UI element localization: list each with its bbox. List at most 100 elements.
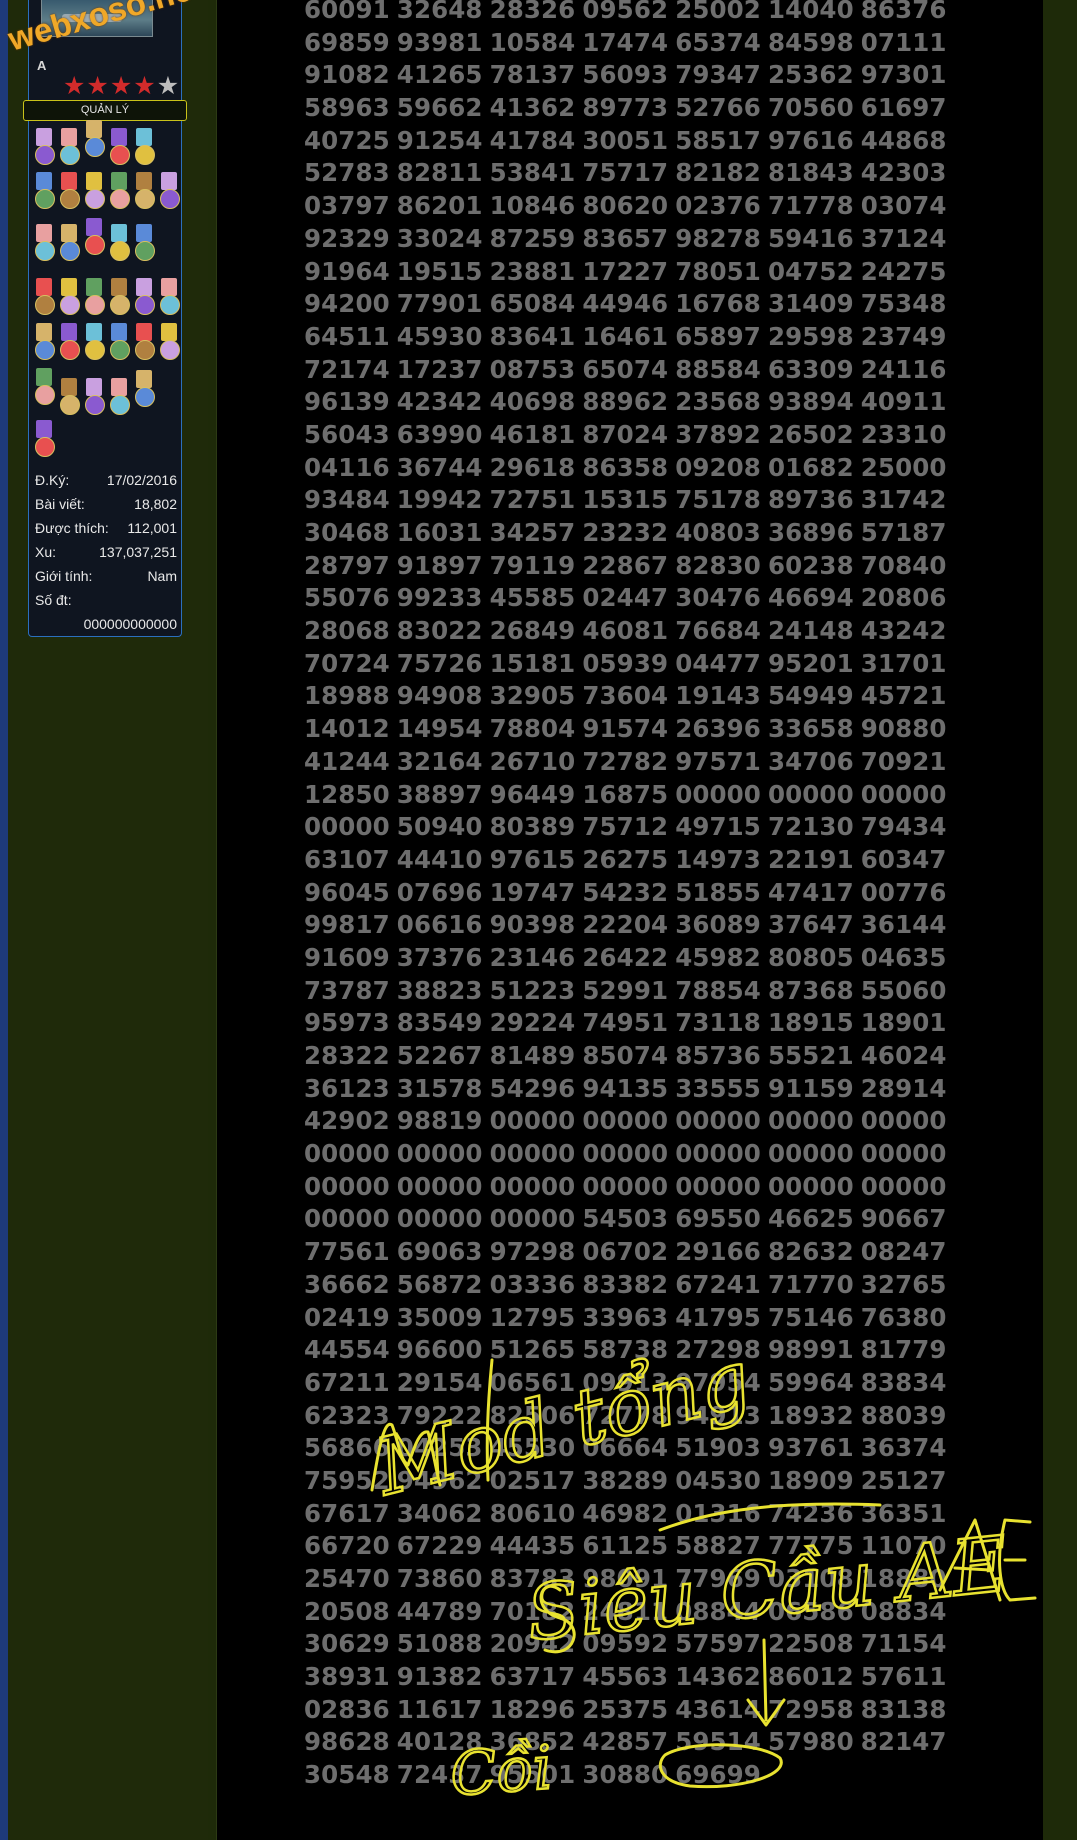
number-row: 30468 16031 34257 23232 40803 36896 57187 [304, 517, 964, 550]
number-cell: 00000 [396, 1171, 483, 1201]
medal-icon[interactable] [84, 218, 105, 256]
medal-icon[interactable] [34, 172, 55, 210]
medal-icon[interactable] [59, 323, 80, 361]
number-cell: 51265 [489, 1335, 576, 1365]
number-cell: 10846 [489, 191, 576, 221]
medal-icon[interactable] [84, 278, 105, 316]
number-cell: 28797 [304, 550, 390, 580]
number-row: 91964 19515 23881 17227 78051 04752 24275 [304, 256, 964, 289]
number-cell: 83022 [396, 616, 483, 646]
number-cell: 22867 [582, 550, 669, 580]
medal-icon[interactable] [134, 128, 155, 166]
number-cell: 02376 [675, 191, 761, 221]
number-row: 62323 79222 82506 72778 94913 18932 88039 [304, 1400, 964, 1433]
medal-icon[interactable] [109, 172, 130, 210]
number-cell: 18901 [860, 1008, 947, 1038]
info-label: Giới tính: [35, 568, 93, 584]
number-cell: 42342 [396, 387, 483, 417]
medal-icon[interactable] [34, 368, 55, 406]
number-cell: 38289 [582, 1465, 669, 1495]
number-cell: 76684 [675, 616, 761, 646]
medal-icon[interactable] [34, 278, 55, 316]
number-cell: 02447 [582, 583, 669, 613]
number-row: 66720 67229 44435 61125 58827 77775 11070 [304, 1530, 964, 1563]
number-cell: 70840 [860, 550, 947, 580]
number-cell: 96045 [304, 877, 390, 907]
number-cell: 25375 [582, 1694, 669, 1724]
number-row: 67617 34062 80610 46982 01316 74236 36351 [304, 1498, 964, 1531]
number-cell: 72782 [582, 746, 669, 776]
number-cell: 93484 [304, 485, 390, 515]
medal-icon[interactable] [159, 323, 180, 361]
medal-icon[interactable] [159, 172, 180, 210]
medal-icon[interactable] [134, 323, 155, 361]
medal-icon[interactable] [134, 370, 155, 408]
medal-icon[interactable] [84, 323, 105, 361]
number-cell: 55076 [304, 583, 390, 613]
medal-icon[interactable] [84, 120, 105, 158]
number-cell: 59514 [675, 1727, 761, 1757]
role-badge: QUẢN LÝ [23, 100, 187, 121]
number-cell: 67229 [396, 1531, 483, 1561]
number-cell: 74236 [767, 1498, 854, 1528]
number-cell: 00000 [489, 1204, 576, 1234]
number-cell: 00000 [767, 1171, 854, 1201]
number-row: 02836 11617 18296 25375 43614 72958 83138 [304, 1694, 964, 1727]
medal-icon[interactable] [59, 224, 80, 262]
medal-icon[interactable] [34, 128, 55, 166]
number-cell: 51855 [675, 877, 761, 907]
number-row: 04116 36744 29618 86358 09208 01682 25000 [304, 452, 964, 485]
number-cell: 18915 [767, 1008, 854, 1038]
number-cell: 08753 [489, 354, 576, 384]
number-cell: 45530 [489, 1433, 576, 1463]
number-cell: 96449 [489, 779, 576, 809]
medal-icon[interactable] [59, 378, 80, 416]
number-cell: 22204 [582, 910, 669, 940]
number-cell: 37647 [767, 910, 854, 940]
medal-icon[interactable] [59, 278, 80, 316]
medal-icon[interactable] [134, 278, 155, 316]
number-cell: 23232 [582, 518, 669, 547]
medal-icon[interactable] [159, 278, 180, 316]
number-cell: 85074 [582, 1041, 669, 1070]
number-cell: 67241 [675, 1269, 761, 1299]
number-cell: 00000 [304, 1139, 390, 1169]
number-cell: 19747 [489, 877, 576, 907]
medal-icon[interactable] [59, 172, 80, 210]
number-row: 52783 82811 53841 75717 82182 81843 42303 [304, 157, 964, 190]
medal-icon[interactable] [109, 378, 130, 416]
username[interactable]: A [37, 58, 46, 73]
medal-icon[interactable] [34, 224, 55, 262]
number-cell: 00000 [860, 779, 947, 809]
medal-icon[interactable] [109, 278, 130, 316]
medal-icon[interactable] [84, 172, 105, 210]
number-cell: 33024 [396, 223, 483, 253]
number-cell: 46694 [767, 583, 854, 613]
number-cell: 52991 [582, 975, 669, 1005]
number-cell: 26710 [489, 746, 576, 776]
number-cell: 41795 [675, 1302, 761, 1332]
number-cell: 96139 [304, 387, 390, 417]
medal-icon[interactable] [134, 224, 155, 262]
medal-icon[interactable] [109, 224, 130, 262]
medal-icon[interactable] [109, 128, 130, 166]
medal-icon[interactable] [84, 378, 105, 416]
star-icon: ★ [133, 72, 157, 100]
number-cell: 31578 [396, 1073, 483, 1103]
medal-icon[interactable] [109, 323, 130, 361]
number-cell: 51903 [675, 1433, 761, 1463]
number-cell: 45721 [860, 681, 947, 711]
star-icon: ★ [109, 72, 134, 100]
info-value: Nam [147, 568, 177, 584]
number-cell: 46181 [489, 419, 576, 449]
medal-icon[interactable] [34, 420, 55, 458]
number-cell: 09208 [675, 452, 761, 482]
medal-icon[interactable] [59, 128, 80, 166]
medal-icon[interactable] [134, 172, 155, 210]
number-cell: 28068 [304, 616, 390, 646]
number-cell: 00000 [860, 1171, 947, 1201]
number-cell: 89736 [767, 485, 854, 515]
number-cell: 18988 [304, 681, 390, 711]
number-row: 36123 31578 54296 94135 33555 91159 28914 [304, 1073, 964, 1106]
medal-icon[interactable] [34, 323, 55, 361]
